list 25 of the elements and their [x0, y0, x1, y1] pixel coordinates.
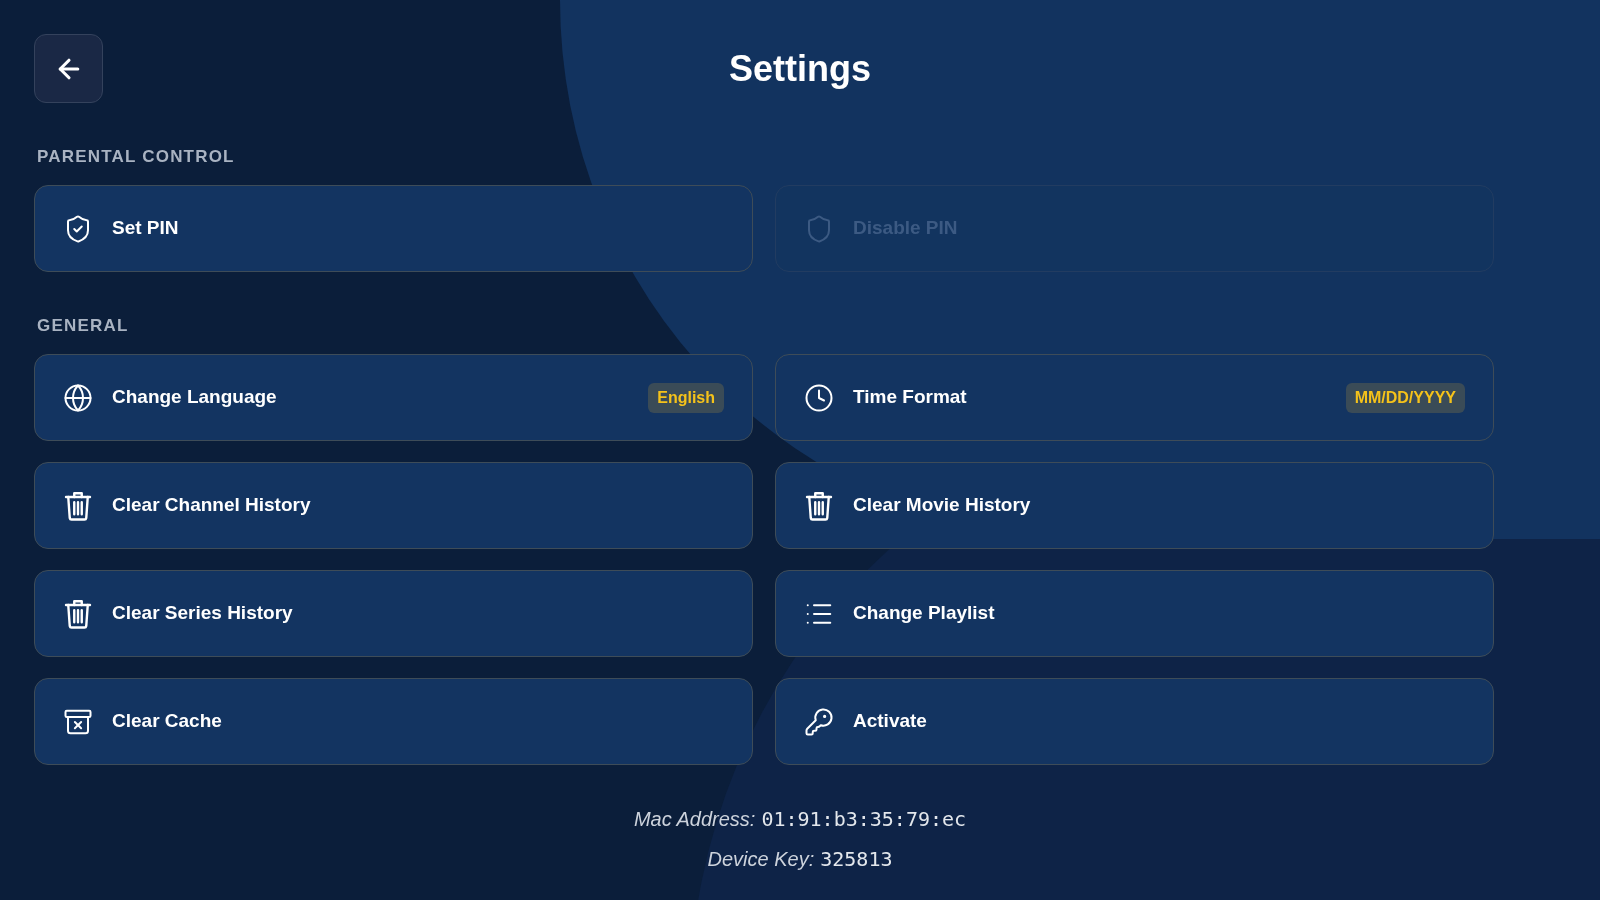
trash-icon [63, 598, 93, 629]
settings-button[interactable]: Activate [775, 678, 1494, 765]
settings-button[interactable]: Time Format MM/DD/YYYY [775, 354, 1494, 441]
settings-button[interactable]: Clear Cache [34, 678, 753, 765]
settings-button[interactable]: Clear Channel History [34, 462, 753, 549]
info-value: 01:91:b3:35:79:ec [761, 806, 967, 833]
settings-button[interactable]: Change Language English [34, 354, 753, 441]
section-heading: PARENTAL CONTROL [37, 146, 235, 168]
back-button[interactable] [34, 34, 103, 103]
settings-button[interactable]: Clear Movie History [775, 462, 1494, 549]
trash-icon [63, 490, 93, 521]
info-label: Device Key: [707, 847, 815, 872]
section-heading: GENERAL [37, 315, 129, 337]
key-icon [804, 706, 834, 737]
value-badge: MM/DD/YYYY [1345, 382, 1465, 413]
settings-button[interactable]: Change Playlist [775, 570, 1494, 657]
globe-icon [63, 382, 93, 413]
settings-button[interactable]: Clear Series History [34, 570, 753, 657]
info-value: 325813 [820, 846, 893, 873]
trash-icon [804, 490, 834, 521]
info-label: Mac Address: [633, 807, 756, 832]
page-title: Settings [729, 47, 871, 91]
settings-button[interactable]: Set PIN [34, 185, 753, 272]
value-badge: English [648, 382, 724, 413]
clock-icon [804, 382, 834, 413]
